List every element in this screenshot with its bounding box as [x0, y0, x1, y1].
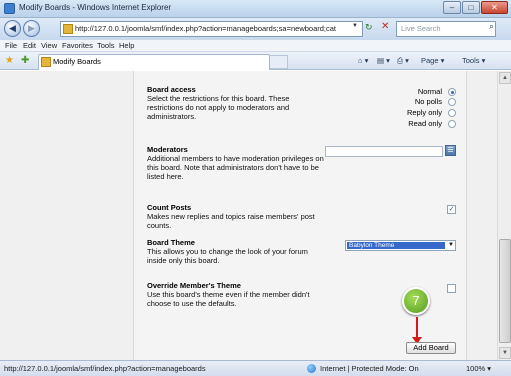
stop-icon[interactable]: ✕ [381, 21, 389, 32]
radio-reply-only-dot[interactable] [448, 109, 456, 117]
ie-app-icon [4, 3, 15, 14]
page-favicon-icon [63, 24, 73, 34]
count-posts-description: Makes new replies and topics raise membe… [147, 212, 315, 230]
menu-help[interactable]: Help [119, 41, 134, 50]
refresh-icon[interactable]: ↻ [365, 22, 373, 33]
count-posts-title: Count Posts [147, 203, 192, 212]
override-theme-title: Override Member's Theme [147, 281, 241, 290]
search-icon[interactable]: ⌕ [489, 21, 494, 32]
radio-no-polls-dot[interactable] [448, 98, 456, 106]
callout-arrow-line [416, 317, 418, 339]
moderators-input[interactable] [325, 146, 443, 157]
radio-normal-dot[interactable] [448, 88, 456, 96]
search-input[interactable]: Live Search [396, 21, 496, 37]
status-url: http://127.0.0.1/joomla/smf/index.php?ac… [4, 364, 206, 373]
board-theme-selected: Babylon Theme [347, 242, 445, 249]
menu-tools[interactable]: Tools [97, 41, 115, 50]
add-board-button[interactable]: Add Board [406, 342, 456, 354]
window-titlebar: Modify Boards - Windows Internet Explore… [0, 0, 511, 18]
print-icon[interactable]: ⎙ ▾ [397, 56, 409, 66]
menu-edit[interactable]: Edit [23, 41, 36, 50]
address-url: http://127.0.0.1/joomla/smf/index.php?ac… [75, 24, 337, 33]
step-callout-badge: 7 [402, 287, 430, 315]
tab-title: Modify Boards [53, 57, 101, 66]
moderators-title: Moderators [147, 145, 188, 154]
moderators-section: Moderators Additional members to have mo… [147, 145, 327, 181]
tab-favicon-icon [41, 57, 51, 67]
forward-button[interactable]: ▶ [23, 20, 40, 37]
board-theme-title: Board Theme [147, 238, 195, 247]
radio-read-only-dot[interactable] [448, 120, 456, 128]
feeds-icon[interactable]: ▤ ▾ [377, 56, 390, 65]
back-button[interactable]: ◀ [4, 20, 21, 37]
board-theme-description: This allows you to change the look of yo… [147, 247, 308, 265]
scroll-thumb[interactable] [499, 239, 511, 343]
board-access-description: Select the restrictions for this board. … [147, 94, 290, 121]
zoom-level[interactable]: 100% ▾ [466, 364, 491, 373]
menu-bar: File Edit View Favorites Tools Help [0, 40, 511, 52]
menu-view[interactable]: View [41, 41, 57, 50]
home-icon[interactable]: ⌂ ▾ [358, 56, 368, 65]
menu-favorites[interactable]: Favorites [62, 41, 93, 50]
internet-zone-icon [307, 364, 316, 373]
favorites-star-icon[interactable]: ★ [5, 55, 14, 66]
radio-read-only[interactable]: Read only [400, 119, 456, 129]
board-theme-section: Board Theme This allows you to change th… [147, 238, 327, 265]
moderators-description: Additional members to have moderation pr… [147, 154, 324, 181]
scroll-up-icon[interactable]: ▲ [499, 72, 511, 84]
add-favorite-icon[interactable]: ✚ [21, 55, 29, 66]
window-title: Modify Boards - Windows Internet Explore… [19, 3, 172, 12]
board-access-title: Board access [147, 85, 196, 94]
override-theme-description: Use this board's theme even if the membe… [147, 290, 310, 308]
zoom-dropdown-icon[interactable]: ▾ [487, 364, 491, 373]
tab-modify-boards[interactable]: Modify Boards [38, 54, 270, 70]
close-button[interactable]: ✕ [481, 1, 508, 14]
moderators-search-icon[interactable]: ☰ [445, 145, 456, 156]
count-posts-section: Count Posts Makes new replies and topics… [147, 203, 327, 230]
address-bar[interactable]: http://127.0.0.1/joomla/smf/index.php?ac… [60, 21, 363, 37]
vertical-scrollbar[interactable]: ▲ ▼ [497, 71, 511, 360]
count-posts-checkbox[interactable]: ✓ [447, 205, 456, 214]
security-zone-text[interactable]: Internet | Protected Mode: On [320, 364, 419, 373]
board-theme-select[interactable]: Babylon Theme ▼ [345, 240, 456, 251]
override-theme-section: Override Member's Theme Use this board's… [147, 281, 327, 308]
status-bar: http://127.0.0.1/joomla/smf/index.php?ac… [0, 360, 511, 376]
command-bar: ★ ✚ Modify Boards ⌂ ▾ ▤ ▾ ⎙ ▾ Page ▾ Too… [0, 52, 511, 70]
radio-reply-only[interactable]: Reply only [398, 108, 456, 118]
chevron-down-icon[interactable]: ▼ [448, 241, 454, 250]
address-dropdown-icon[interactable]: ▼ [352, 23, 358, 29]
tools-menu[interactable]: Tools ▾ [462, 56, 485, 65]
new-tab-button[interactable] [270, 55, 288, 69]
radio-no-polls[interactable]: No polls [406, 97, 456, 107]
maximize-button[interactable]: □ [462, 1, 480, 14]
board-access-section: Board access Select the restrictions for… [147, 85, 327, 121]
address-toolbar: ◀ ▶ http://127.0.0.1/joomla/smf/index.ph… [0, 18, 511, 40]
menu-file[interactable]: File [5, 41, 17, 50]
minimize-button[interactable]: – [443, 1, 461, 14]
page-menu[interactable]: Page ▾ [421, 56, 444, 65]
scroll-down-icon[interactable]: ▼ [499, 347, 511, 359]
override-theme-checkbox[interactable] [447, 284, 456, 293]
radio-normal[interactable]: Normal [416, 87, 456, 97]
